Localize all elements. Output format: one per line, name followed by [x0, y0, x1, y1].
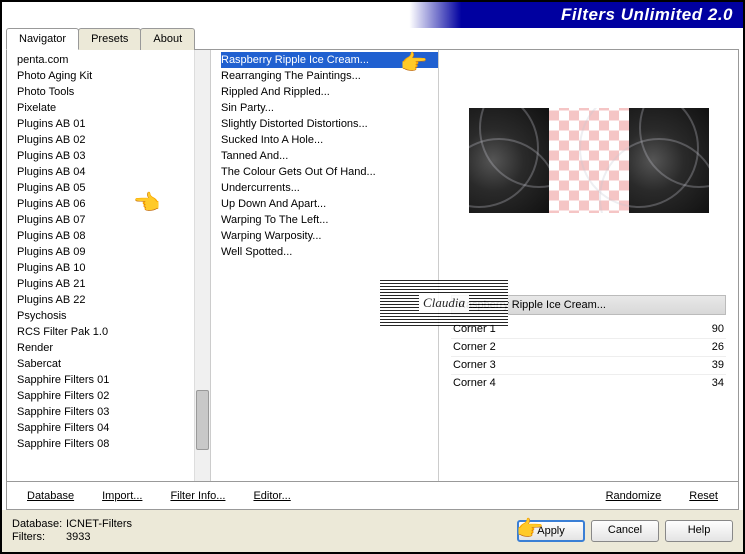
param-row[interactable]: Corner 4 34 — [451, 374, 726, 392]
filter-item[interactable]: Up Down And Apart... — [221, 196, 438, 212]
category-item[interactable]: Sapphire Filters 01 — [17, 372, 194, 388]
param-name: Corner 2 — [453, 340, 496, 355]
apply-button[interactable]: Apply — [517, 520, 585, 542]
category-scrollbar[interactable] — [194, 50, 210, 481]
category-item[interactable]: Photo Tools — [17, 84, 194, 100]
parameter-list: Corner 190Corner 226Corner 339Corner 434 — [451, 321, 726, 392]
filter-item[interactable]: Tanned And... — [221, 148, 438, 164]
filter-info-button[interactable]: Filter Info... — [170, 490, 225, 502]
filter-item[interactable]: Warping Warposity... — [221, 228, 438, 244]
param-row[interactable]: Corner 2 26 — [451, 338, 726, 356]
category-item[interactable]: RCS Filter Pak 1.0 — [17, 324, 194, 340]
filter-item[interactable]: Rippled And Rippled... — [221, 84, 438, 100]
param-value: 26 — [712, 340, 724, 355]
category-item[interactable]: Plugins AB 02 — [17, 132, 194, 148]
header-bar: Filters Unlimited 2.0 — [2, 2, 743, 28]
filters-count-value: 3933 — [66, 531, 90, 544]
filter-list[interactable]: Raspberry Ripple Ice Cream...Rearranging… — [211, 50, 439, 481]
scroll-thumb[interactable] — [196, 390, 209, 450]
filter-item[interactable]: Sucked Into A Hole... — [221, 132, 438, 148]
category-column: penta.comPhoto Aging KitPhoto ToolsPixel… — [7, 50, 211, 481]
category-item[interactable]: Plugins AB 07 — [17, 212, 194, 228]
filter-item[interactable]: Undercurrents... — [221, 180, 438, 196]
param-name: Corner 3 — [453, 358, 496, 373]
category-item[interactable]: Pixelate — [17, 100, 194, 116]
tab-navigator[interactable]: Navigator — [6, 28, 79, 50]
param-name: Corner 4 — [453, 376, 496, 391]
category-item[interactable]: Plugins AB 05 — [17, 180, 194, 196]
app-title: Filters Unlimited 2.0 — [561, 5, 733, 25]
category-item[interactable]: Sapphire Filters 08 — [17, 436, 194, 452]
category-item[interactable]: Plugins AB 08 — [17, 228, 194, 244]
category-item[interactable]: penta.com — [17, 52, 194, 68]
editor-button[interactable]: Editor... — [253, 490, 290, 502]
category-item[interactable]: Sapphire Filters 03 — [17, 404, 194, 420]
database-button[interactable]: Database — [27, 490, 74, 502]
category-item[interactable]: Sapphire Filters 04 — [17, 420, 194, 436]
param-value: 34 — [712, 376, 724, 391]
category-item[interactable]: Plugins AB 04 — [17, 164, 194, 180]
category-item[interactable]: Render — [17, 340, 194, 356]
filter-item[interactable]: The Colour Gets Out Of Hand... — [221, 164, 438, 180]
category-item[interactable]: Plugins AB 22 — [17, 292, 194, 308]
category-item[interactable]: Plugins AB 06 — [17, 196, 194, 212]
category-item[interactable]: Psychosis — [17, 308, 194, 324]
watermark: Claudia — [380, 280, 508, 326]
category-list[interactable]: penta.comPhoto Aging KitPhoto ToolsPixel… — [7, 50, 194, 481]
category-item[interactable]: Plugins AB 21 — [17, 276, 194, 292]
db-value: ICNET-Filters — [66, 518, 132, 531]
tab-presets[interactable]: Presets — [78, 28, 141, 50]
category-item[interactable]: Plugins AB 09 — [17, 244, 194, 260]
footer-buttons: Apply Cancel Help — [517, 520, 733, 542]
filters-count-label: Filters: — [12, 531, 66, 544]
db-label: Database: — [12, 518, 66, 531]
main-area: penta.comPhoto Aging KitPhoto ToolsPixel… — [7, 50, 738, 481]
toolbar: Database Import... Filter Info... Editor… — [7, 481, 738, 509]
help-button[interactable]: Help — [665, 520, 733, 542]
randomize-button[interactable]: Randomize — [606, 490, 662, 502]
tab-strip: NavigatorPresetsAbout — [6, 28, 194, 50]
footer: Database:ICNET-Filters Filters:3933 Appl… — [2, 510, 743, 552]
preview-image — [469, 108, 709, 213]
category-item[interactable]: Sabercat — [17, 356, 194, 372]
param-row[interactable]: Corner 3 39 — [451, 356, 726, 374]
param-value: 90 — [712, 322, 724, 337]
filter-item[interactable]: Well Spotted... — [221, 244, 438, 260]
footer-info: Database:ICNET-Filters Filters:3933 — [12, 518, 132, 544]
filter-item[interactable]: Rearranging The Paintings... — [221, 68, 438, 84]
category-item[interactable]: Plugins AB 10 — [17, 260, 194, 276]
import-button[interactable]: Import... — [102, 490, 142, 502]
category-item[interactable]: Sapphire Filters 02 — [17, 388, 194, 404]
filter-item[interactable]: Warping To The Left... — [221, 212, 438, 228]
category-item[interactable]: Plugins AB 01 — [17, 116, 194, 132]
cancel-button[interactable]: Cancel — [591, 520, 659, 542]
filter-item[interactable]: Slightly Distorted Distortions... — [221, 116, 438, 132]
category-item[interactable]: Photo Aging Kit — [17, 68, 194, 84]
preview-column: Raspberry Ripple Ice Cream... Corner 190… — [439, 50, 738, 481]
navigator-panel: penta.comPhoto Aging KitPhoto ToolsPixel… — [6, 49, 739, 510]
category-item[interactable]: Plugins AB 03 — [17, 148, 194, 164]
filter-item[interactable]: Raspberry Ripple Ice Cream... — [221, 52, 438, 68]
filter-item[interactable]: Sin Party... — [221, 100, 438, 116]
tab-about[interactable]: About — [140, 28, 195, 50]
param-value: 39 — [712, 358, 724, 373]
reset-button[interactable]: Reset — [689, 490, 718, 502]
